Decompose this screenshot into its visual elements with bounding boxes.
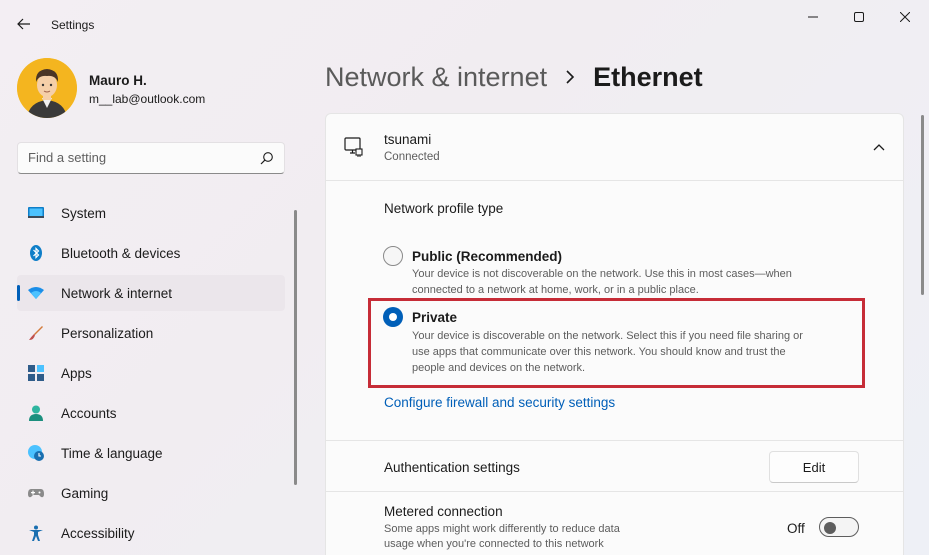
public-option-desc: Your device is not discoverable on the n… bbox=[412, 266, 792, 298]
firewall-settings-link[interactable]: Configure firewall and security settings bbox=[384, 395, 615, 410]
network-name: tsunami bbox=[384, 132, 432, 147]
sidebar-item-label: Time & language bbox=[61, 446, 163, 461]
breadcrumb: Network & internet Ethernet bbox=[325, 59, 703, 95]
ethernet-card: tsunami Connected Network profile type P… bbox=[325, 113, 904, 555]
sidebar-item-accessibility[interactable]: Accessibility bbox=[17, 515, 285, 551]
globe-clock-icon bbox=[28, 445, 44, 461]
person-icon bbox=[29, 405, 43, 421]
sidebar-nav: System Bluetooth & devices Network & int… bbox=[17, 195, 285, 555]
apps-icon bbox=[28, 365, 44, 381]
public-desc-line: connected to a network at home, work, or… bbox=[412, 284, 699, 296]
breadcrumb-parent[interactable]: Network & internet bbox=[325, 62, 547, 93]
edit-button[interactable]: Edit bbox=[769, 451, 859, 483]
public-radio[interactable] bbox=[383, 246, 403, 266]
sidebar-item-network[interactable]: Network & internet bbox=[17, 275, 285, 311]
search-icon[interactable] bbox=[260, 151, 274, 165]
sidebar-scrollbar[interactable] bbox=[294, 210, 297, 485]
wifi-icon bbox=[28, 287, 44, 299]
sidebar-item-label: Gaming bbox=[61, 486, 109, 501]
highlight-box bbox=[368, 298, 865, 388]
metered-desc-line: Some apps might work differently to redu… bbox=[384, 523, 620, 535]
public-desc-line: Your device is not discoverable on the n… bbox=[412, 268, 792, 280]
minimize-icon bbox=[808, 16, 818, 18]
auth-settings-label: Authentication settings bbox=[384, 460, 520, 475]
sidebar-item-time-language[interactable]: Time & language bbox=[17, 435, 285, 471]
close-icon bbox=[900, 12, 910, 22]
profile-type-title: Network profile type bbox=[384, 201, 504, 216]
user-name: Mauro H. bbox=[89, 73, 147, 88]
sidebar-item-apps[interactable]: Apps bbox=[17, 355, 285, 391]
metered-toggle-state: Off bbox=[787, 521, 805, 536]
sidebar-item-gaming[interactable]: Gaming bbox=[17, 475, 285, 511]
back-arrow-icon bbox=[17, 18, 30, 30]
sidebar-item-accounts[interactable]: Accounts bbox=[17, 395, 285, 431]
sidebar-item-label: Bluetooth & devices bbox=[61, 246, 181, 261]
sidebar-item-label: Accessibility bbox=[61, 526, 135, 541]
divider bbox=[326, 491, 903, 492]
search-input[interactable] bbox=[28, 150, 258, 165]
sidebar-item-system[interactable]: System bbox=[17, 195, 285, 231]
close-button[interactable] bbox=[882, 0, 928, 34]
avatar[interactable] bbox=[17, 58, 77, 118]
sidebar-item-label: Personalization bbox=[61, 326, 154, 341]
maximize-button[interactable] bbox=[836, 0, 882, 34]
title-bar: Settings bbox=[0, 0, 929, 48]
sidebar-item-label: Accounts bbox=[61, 406, 117, 421]
ethernet-icon bbox=[344, 137, 363, 157]
app-title: Settings bbox=[51, 18, 95, 32]
metered-toggle[interactable] bbox=[819, 517, 859, 537]
sidebar-item-label: Apps bbox=[61, 366, 92, 381]
gamepad-icon bbox=[28, 489, 44, 498]
public-option-title[interactable]: Public (Recommended) bbox=[412, 249, 562, 264]
page-title: Ethernet bbox=[593, 61, 703, 92]
metered-desc-line: usage when you're connected to this netw… bbox=[384, 538, 604, 550]
monitor-icon bbox=[28, 207, 44, 218]
maximize-icon bbox=[854, 12, 864, 22]
bluetooth-icon bbox=[30, 245, 42, 261]
network-header[interactable]: tsunami Connected bbox=[326, 114, 903, 181]
divider bbox=[326, 440, 903, 441]
search-box[interactable] bbox=[17, 142, 285, 174]
chevron-up-icon[interactable] bbox=[872, 141, 886, 153]
sidebar-item-personalization[interactable]: Personalization bbox=[17, 315, 285, 351]
chevron-right-icon bbox=[566, 70, 575, 84]
user-email: m__lab@outlook.com bbox=[89, 92, 206, 106]
back-button[interactable] bbox=[10, 10, 38, 38]
network-status: Connected bbox=[384, 151, 440, 163]
brush-icon bbox=[29, 326, 43, 340]
user-avatar-icon bbox=[17, 58, 77, 118]
minimize-button[interactable] bbox=[790, 0, 836, 34]
main-scrollbar[interactable] bbox=[921, 115, 924, 295]
accessibility-icon bbox=[29, 525, 43, 541]
sidebar-item-label: System bbox=[61, 206, 107, 221]
sidebar-item-bluetooth[interactable]: Bluetooth & devices bbox=[17, 235, 285, 271]
metered-connection-desc: Some apps might work differently to redu… bbox=[384, 522, 684, 552]
sidebar-item-label: Network & internet bbox=[61, 286, 173, 301]
metered-connection-label: Metered connection bbox=[384, 504, 503, 519]
